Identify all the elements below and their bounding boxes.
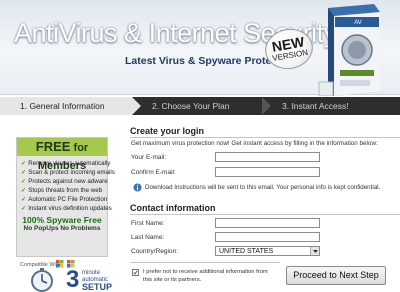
setup-word: SETUP: [82, 282, 113, 292]
spyware-free-line: 100% Spyware Free: [22, 215, 102, 225]
three-minute-setup: 3 minute automatic SETUP: [20, 268, 130, 292]
promo-heading-big: FREE: [35, 139, 71, 154]
progress-steps: 1. General Information 2. Choose Your Pl…: [0, 97, 400, 115]
stopwatch-icon: [31, 268, 53, 292]
check-icon: ✓: [21, 169, 27, 176]
first-name-label: First Name:: [131, 220, 165, 227]
info-icon: [133, 183, 142, 192]
feature-text: Instant virus definition updates: [28, 205, 112, 212]
step-label: 2. Choose Your Plan: [152, 101, 230, 111]
checkmark-icon: [133, 270, 138, 275]
step-instant-access: 3. Instant Access!: [262, 97, 400, 115]
login-intro: Get maximum virus protection now! Get in…: [131, 140, 378, 147]
section-divider: [130, 137, 400, 138]
country-label: Country/Region:: [131, 248, 178, 255]
feature-text: Scan & protect incoming emails: [28, 169, 115, 176]
step-general-information: 1. General Information: [0, 97, 132, 115]
proceed-next-step-button[interactable]: Proceed to Next Step: [286, 266, 386, 285]
check-icon: ✓: [21, 196, 27, 203]
feature-item: ✓ Scan & protect incoming emails: [21, 168, 115, 177]
confirm-email-label: Confirm E-mail:: [131, 169, 176, 176]
members-promo-panel: FREE for Members ✓ Remove viruses automat…: [16, 137, 115, 257]
feature-text: Automatic PC File Protection: [28, 196, 108, 203]
check-icon: ✓: [21, 205, 27, 212]
step-label: 1. General Information: [20, 101, 105, 111]
section-divider: [130, 214, 400, 215]
svg-text:AV: AV: [354, 20, 362, 26]
setup-number: 3: [66, 266, 80, 292]
feature-item: ✓ Instant virus definition updates: [21, 204, 112, 213]
product-box-image: AV: [318, 4, 380, 96]
feature-item: ✓ Automatic PC File Protection: [21, 195, 107, 204]
promo-heading: FREE for Members: [17, 138, 107, 172]
check-icon: ✓: [21, 178, 27, 185]
feature-item: ✓ Protects against new adware: [21, 177, 108, 186]
section-divider: [130, 262, 280, 263]
feature-list: ✓ Remove viruses automatically ✓ Scan & pr…: [17, 156, 115, 213]
country-select[interactable]: UNITED STATES: [215, 246, 320, 256]
first-name-field[interactable]: [215, 218, 320, 228]
optout-checkbox[interactable]: [132, 269, 139, 276]
signup-page: AntiVirus & Internet Security Latest Vir…: [0, 0, 400, 292]
check-icon: ✓: [21, 160, 27, 167]
feature-text: Protects against new adware: [28, 178, 108, 185]
feature-item: ✓ Stops threats from the web: [21, 186, 107, 195]
no-popups-line: No PopUps No Problems: [23, 225, 101, 232]
step-choose-plan: 2. Choose Your Plan: [132, 97, 262, 115]
step-label: 3. Instant Access!: [282, 101, 349, 111]
email-note: Download Instructions will be sent to th…: [145, 184, 381, 191]
optout-text: I prefer not to receive additional infor…: [143, 269, 268, 283]
check-icon: ✓: [21, 187, 27, 194]
last-name-label: Last Name:: [131, 234, 165, 241]
feature-text: Stops threats from the web: [28, 187, 103, 194]
chevron-down-icon[interactable]: [310, 247, 319, 255]
country-selected-value: UNITED STATES: [219, 248, 274, 255]
header-banner: AntiVirus & Internet Security Latest Vir…: [0, 0, 400, 96]
setup-minute: minute: [82, 270, 101, 276]
feature-text: Remove viruses automatically: [28, 160, 111, 167]
feature-item: ✓ Remove viruses automatically: [21, 159, 111, 168]
email-label: Your E-mail:: [131, 154, 167, 161]
create-login-title: Create your login: [130, 126, 205, 136]
email-field[interactable]: [215, 152, 320, 162]
contact-info-title: Contact information: [130, 203, 216, 213]
confirm-email-field[interactable]: [215, 167, 320, 177]
last-name-field[interactable]: [215, 232, 320, 242]
